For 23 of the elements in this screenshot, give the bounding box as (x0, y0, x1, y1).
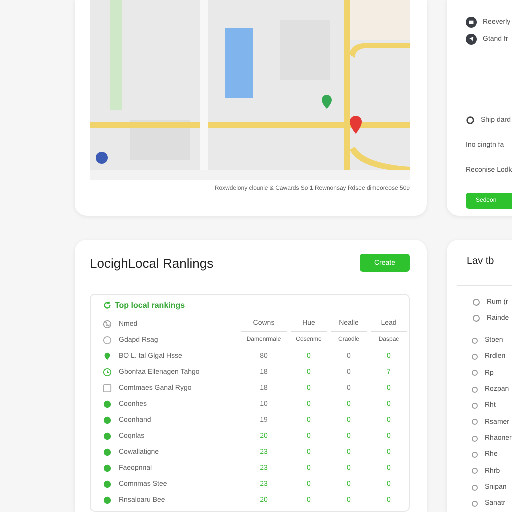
refresh-icon (103, 301, 112, 310)
radio-button[interactable] (472, 370, 478, 376)
radio-button[interactable] (472, 419, 478, 426)
radio-button[interactable] (472, 354, 478, 360)
section-title: LocighLocal Ranlings (90, 256, 214, 270)
circle-icon (103, 336, 112, 344)
section-title: Lav tb (467, 256, 496, 267)
radio-button[interactable] (472, 338, 478, 344)
radio-button[interactable] (472, 436, 478, 442)
radio-button[interactable] (472, 452, 478, 458)
location-icon (466, 34, 477, 45)
radio-button[interactable] (472, 386, 478, 393)
radio-button[interactable] (472, 484, 478, 491)
radio-button[interactable] (473, 314, 480, 322)
panel-title: Top local rankings (115, 301, 186, 310)
circle-icon (466, 116, 475, 125)
checkbox-icon (103, 384, 112, 392)
radio-button[interactable] (472, 402, 478, 409)
radio-button[interactable] (473, 298, 480, 306)
clock-icon (103, 368, 112, 376)
pin-icon (103, 352, 112, 360)
radio-button[interactable] (472, 500, 478, 507)
radio-button[interactable] (472, 468, 478, 474)
